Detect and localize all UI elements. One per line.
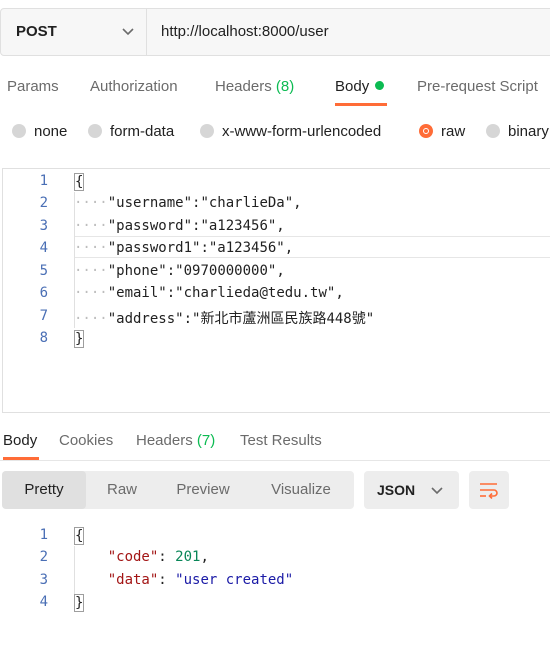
open-brace: {	[74, 173, 85, 191]
code-line: ····"password":"a123456",	[74, 218, 285, 234]
wrap-lines-icon	[480, 483, 498, 499]
tab-headers[interactable]: Headers (8)	[215, 78, 294, 95]
indent-dots: ····	[74, 240, 108, 256]
tab-headers-label: Headers	[215, 78, 272, 95]
radio-binary-label: binary	[508, 123, 549, 140]
line-number: 1	[39, 173, 48, 189]
view-visualize-button[interactable]: Visualize	[248, 471, 354, 509]
radio-none[interactable]: none	[12, 123, 67, 143]
chevron-down-icon	[431, 487, 443, 495]
response-tab-body[interactable]: Body	[3, 432, 37, 449]
response-headers-count: (7)	[196, 432, 216, 449]
response-code-line: {	[74, 527, 85, 545]
response-tab-test-results[interactable]: Test Results	[240, 432, 322, 449]
format-label: JSON	[377, 482, 416, 498]
method-label: POST	[16, 23, 57, 40]
indent-dots: ····	[74, 285, 108, 301]
response-line-number: 3	[39, 572, 48, 588]
json-key: "phone"	[107, 263, 167, 279]
wrap-lines-button[interactable]	[469, 471, 509, 509]
code-line: {	[74, 173, 85, 191]
radio-form-data-label: form-data	[110, 123, 175, 140]
indent-dots: ····	[74, 218, 108, 234]
view-preview-button[interactable]: Preview	[158, 471, 248, 509]
json-value: "a123456",	[208, 240, 294, 256]
response-line-number: 1	[39, 527, 48, 543]
radio-binary[interactable]: binary	[486, 123, 549, 143]
radio-binary-circle	[486, 124, 500, 138]
response-tab-cookies[interactable]: Cookies	[59, 432, 113, 449]
radio-urlencoded-circle	[200, 124, 214, 138]
json-key: "email"	[107, 285, 167, 301]
url-input[interactable]: http://localhost:8000/user	[161, 23, 329, 40]
tab-body-label: Body	[335, 78, 370, 95]
response-json-key: "code"	[107, 549, 159, 565]
code-line: ····"password1":"a123456",	[74, 240, 294, 256]
response-close-brace: }	[74, 594, 85, 612]
response-divider	[0, 460, 550, 461]
line-number: 5	[39, 263, 48, 279]
json-key: "address"	[107, 311, 184, 327]
json-value: "新北市蘆洲區民族路448號"	[192, 311, 375, 327]
tab-params[interactable]: Params	[7, 78, 59, 95]
view-mode-group: Pretty Raw Preview Visualize	[2, 471, 354, 509]
response-json-key: "data"	[107, 572, 159, 588]
radio-raw[interactable]: raw	[419, 123, 465, 143]
json-key: "password"	[107, 218, 193, 234]
response-line-number: 2	[39, 549, 48, 565]
radio-urlencoded-label: x-www-form-urlencoded	[222, 123, 382, 140]
code-line: ····"phone":"0970000000",	[74, 263, 285, 279]
request-url-bar: POST http://localhost:8000/user	[0, 8, 550, 56]
response-json-value: "user created"	[175, 572, 294, 588]
headers-count: (8)	[275, 78, 295, 95]
line-number: 6	[39, 285, 48, 301]
close-brace: }	[74, 330, 85, 348]
indent-dots: ····	[74, 263, 108, 279]
code-line: ····"email":"charlieda@tedu.tw",	[74, 285, 344, 301]
code-line: ····"username":"charlieDa",	[74, 195, 302, 211]
method-select[interactable]: POST	[1, 9, 147, 55]
view-pretty-button[interactable]: Pretty	[2, 471, 86, 509]
code-line: ····"address":"新北市蘆洲區民族路448號"	[74, 311, 375, 327]
code-line: }	[74, 330, 85, 348]
body-indicator-dot	[375, 81, 385, 90]
view-raw-button[interactable]: Raw	[86, 471, 158, 509]
radio-none-circle	[12, 124, 26, 138]
radio-urlencoded[interactable]: x-www-form-urlencoded	[200, 123, 381, 143]
indent-dots: ····	[74, 311, 108, 327]
radio-raw-label: raw	[441, 123, 466, 140]
response-code-line: }	[74, 594, 85, 612]
tab-authorization[interactable]: Authorization	[90, 78, 178, 95]
radio-form-data-circle	[88, 124, 102, 138]
line-number: 3	[39, 218, 48, 234]
format-select[interactable]: JSON	[364, 471, 459, 509]
json-value: "a123456",	[200, 218, 285, 234]
json-value: "charlieda@tedu.tw",	[175, 285, 344, 301]
line-number: 8	[39, 330, 48, 346]
response-tab-headers[interactable]: Headers (7)	[136, 432, 215, 449]
tab-body[interactable]: Body	[335, 78, 385, 95]
active-tab-underline	[335, 103, 387, 106]
radio-form-data[interactable]: form-data	[88, 123, 174, 143]
radio-raw-circle-checked	[419, 124, 433, 138]
json-value: "charlieDa",	[200, 195, 302, 211]
chevron-down-icon	[122, 28, 134, 36]
response-code-line: "data": "user created"	[107, 572, 294, 588]
response-line-number: 4	[39, 594, 48, 610]
tab-prerequest-script[interactable]: Pre-request Script	[417, 78, 538, 95]
line-number: 4	[39, 240, 48, 256]
response-code-line: "code": 201,	[107, 549, 209, 565]
response-open-brace: {	[74, 527, 85, 545]
json-key: "username"	[107, 195, 193, 211]
response-json-value: 201	[175, 549, 201, 565]
json-key: "password1"	[107, 240, 201, 256]
line-number: 2	[39, 195, 48, 211]
response-tab-headers-label: Headers	[136, 432, 193, 449]
indent-dots: ····	[74, 195, 108, 211]
radio-none-label: none	[34, 123, 68, 140]
line-number: 7	[39, 308, 48, 324]
json-value: "0970000000",	[175, 263, 285, 279]
